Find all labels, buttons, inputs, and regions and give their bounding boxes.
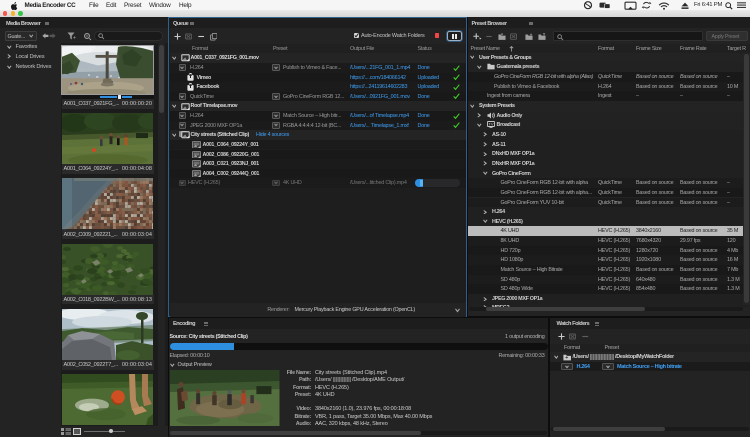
svg-text:TV: TV [488, 122, 493, 127]
